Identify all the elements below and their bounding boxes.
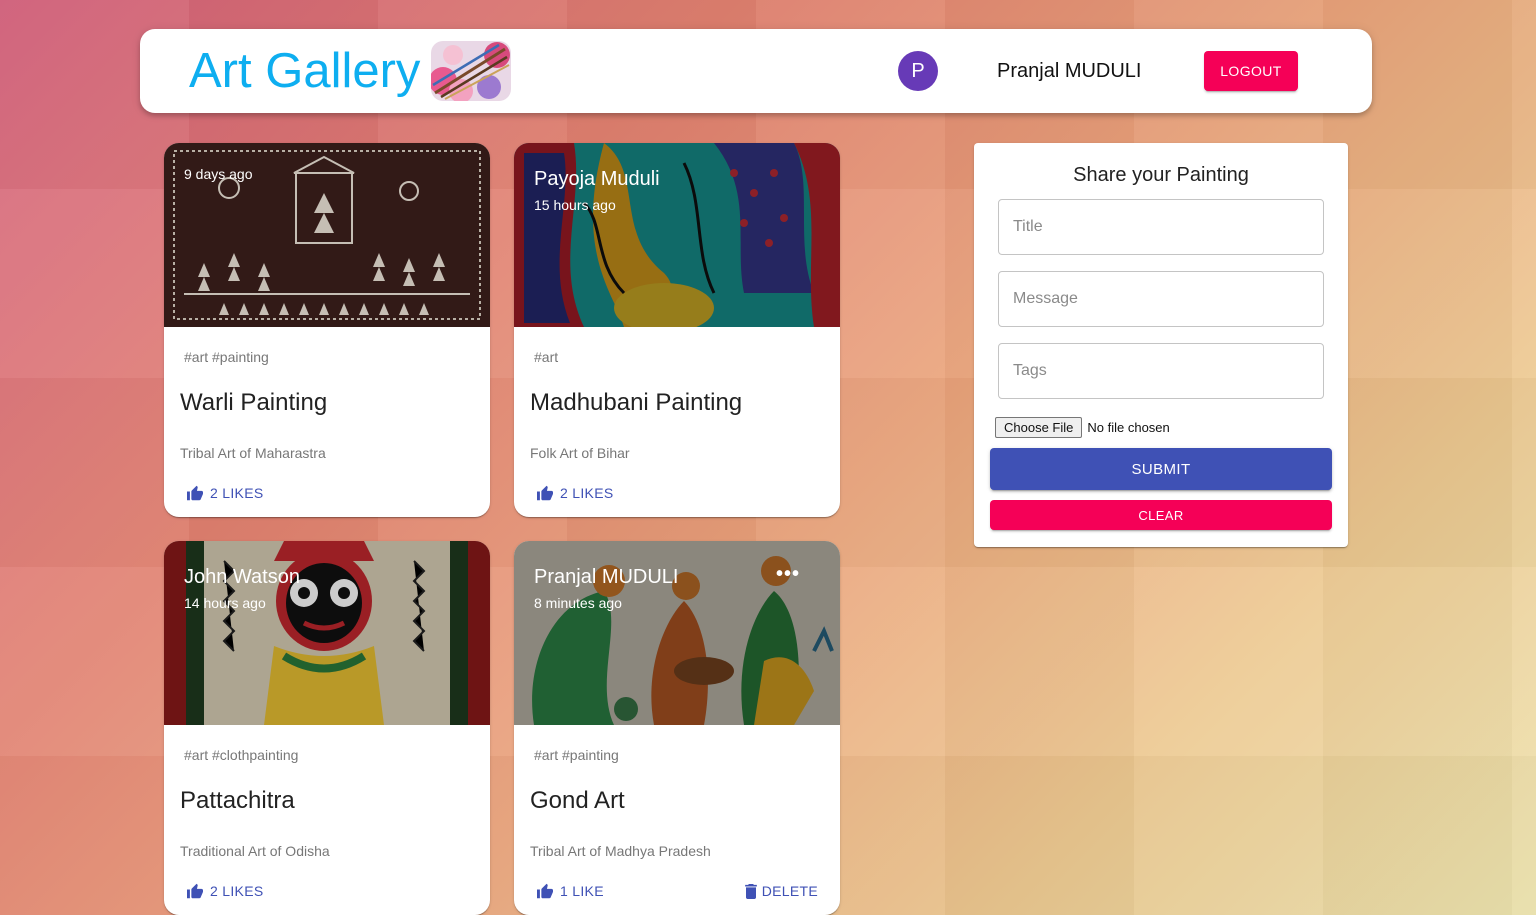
choose-file-button[interactable]: Choose File: [995, 417, 1083, 438]
thumb-up-icon: [187, 883, 203, 899]
form-title: Share your Painting: [1073, 164, 1249, 186]
post-message: Traditional Art of Odisha: [180, 843, 330, 859]
more-options-icon[interactable]: •••: [776, 563, 800, 586]
submit-button[interactable]: SUBMIT: [990, 448, 1332, 490]
post-card-warli[interactable]: 9 days ago #art #painting Warli Painting…: [164, 143, 490, 517]
post-title: Warli Painting: [180, 389, 328, 416]
post-author: Payoja Muduli: [534, 168, 660, 190]
post-tags: #art #painting: [534, 747, 619, 763]
like-button[interactable]: 1 LIKE: [536, 883, 604, 899]
like-button[interactable]: 2 LIKES: [536, 485, 613, 501]
post-tags: #art #clothpainting: [184, 747, 299, 763]
like-count: 2 LIKES: [210, 485, 264, 501]
post-time: 8 minutes ago: [534, 595, 622, 611]
post-tags: #art: [534, 349, 559, 365]
like-button[interactable]: 2 LIKES: [186, 485, 263, 501]
title-input[interactable]: [998, 199, 1324, 255]
post-card-gond-art[interactable]: Pranjal MUDULI 8 minutes ago ••• #art #p…: [514, 541, 840, 915]
post-message: Tribal Art of Maharastra: [180, 445, 326, 461]
thumb-up-icon: [187, 485, 203, 501]
file-upload: Choose File No file chosen: [995, 417, 1170, 438]
post-author: John Watson: [184, 566, 300, 588]
message-input[interactable]: [998, 271, 1324, 327]
post-time: 15 hours ago: [534, 197, 616, 213]
user-name: Pranjal MUDULI: [997, 60, 1142, 82]
trash-icon: [744, 883, 757, 899]
post-author: Pranjal MUDULI: [534, 566, 679, 588]
like-count: 2 LIKES: [560, 485, 614, 501]
clear-button[interactable]: CLEAR: [990, 500, 1332, 530]
like-count: 2 LIKES: [210, 883, 264, 899]
post-card-madhubani[interactable]: Payoja Muduli 15 hours ago #art Madhuban…: [514, 143, 840, 517]
thumb-up-icon: [537, 485, 553, 501]
app-bar: Art Gallery P Pranjal MUDULI LOGOUT: [140, 29, 1372, 113]
post-message: Folk Art of Bihar: [530, 445, 630, 461]
like-button[interactable]: 2 LIKES: [186, 883, 263, 899]
brand-title[interactable]: Art Gallery: [189, 43, 420, 99]
post-message: Tribal Art of Madhya Pradesh: [530, 843, 711, 859]
post-title: Gond Art: [530, 787, 625, 814]
post-title: Madhubani Painting: [530, 389, 743, 416]
share-painting-form: Share your Painting Choose File No file …: [974, 143, 1348, 547]
logout-button[interactable]: LOGOUT: [1204, 51, 1298, 91]
post-time: 9 days ago: [184, 166, 253, 182]
no-file-text: No file chosen: [1087, 420, 1170, 435]
delete-button[interactable]: DELETE: [744, 883, 818, 899]
post-card-pattachitra[interactable]: John Watson 14 hours ago #art #clothpain…: [164, 541, 490, 915]
delete-label: DELETE: [761, 883, 818, 899]
post-tags: #art #painting: [184, 349, 269, 365]
thumb-up-icon: [537, 883, 553, 899]
avatar[interactable]: P: [898, 51, 938, 91]
like-count: 1 LIKE: [560, 883, 604, 899]
post-time: 14 hours ago: [184, 595, 266, 611]
brand-logo-image: [431, 41, 511, 101]
post-title: Pattachitra: [180, 787, 295, 814]
tags-input[interactable]: [998, 343, 1324, 399]
